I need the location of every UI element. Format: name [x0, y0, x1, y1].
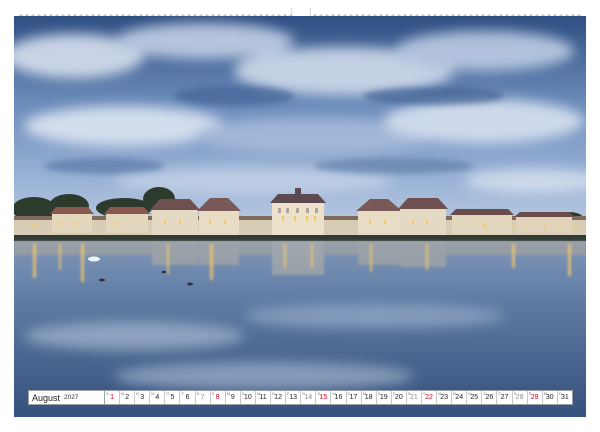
day-number: 5 — [170, 394, 175, 401]
weekday-initial: S — [302, 391, 305, 396]
day-number: 1 — [110, 394, 114, 401]
day-cell: S1 — [105, 391, 121, 404]
day-cell: M9 — [226, 391, 241, 404]
day-number: 31 — [560, 394, 569, 401]
day-number: 10 — [243, 394, 252, 401]
day-number: 24 — [455, 394, 464, 401]
day-number: 19 — [379, 394, 388, 401]
day-cell: S7 — [196, 391, 211, 404]
day-number: 26 — [485, 394, 494, 401]
weekday-initial: S — [407, 391, 411, 396]
day-cell: S 21 — [407, 391, 422, 404]
weekday-initial: M — [543, 391, 548, 396]
day-cell: F6 — [180, 391, 196, 404]
weekday-initial: S — [196, 391, 200, 396]
month-name: August — [32, 392, 61, 403]
weekday-initial: F — [181, 391, 184, 396]
weekday-initial: D — [272, 391, 275, 396]
day-cell: M2 — [120, 391, 136, 404]
weekday-initial: M — [256, 391, 261, 396]
weekday-initial: S — [513, 391, 517, 396]
day-cell: D 26 — [482, 391, 498, 404]
day-number: 2 — [125, 394, 130, 401]
month-label: August 2027 — [29, 391, 105, 404]
day-cell: M 23 — [437, 391, 453, 404]
day-number: 27 — [500, 394, 509, 401]
day-cell: F 27 — [497, 391, 513, 404]
weekday-initial: D — [136, 391, 140, 396]
weekday-initial: M — [468, 391, 472, 396]
weekday-initial: S — [211, 391, 215, 396]
weekday-initial: M — [121, 391, 125, 396]
day-number: 28 — [515, 394, 524, 401]
weekday-initial: D — [483, 391, 487, 396]
day-cell: D 19 — [377, 391, 392, 404]
day-cell: M 16 — [331, 391, 347, 404]
calendar-strip: August 2027 S 1 M 2 D 3 M 4 D 5 F 6 S 7 S 8 M 9 D 10 M 11 D 12 F… — [28, 390, 573, 405]
weekday-initial: S — [422, 391, 426, 396]
day-number: 4 — [155, 394, 160, 401]
day-cell: S8 — [211, 391, 226, 404]
day-cell: F 20 — [392, 391, 407, 404]
weekday-initial: M — [362, 391, 366, 396]
day-cell: D 10 — [241, 391, 256, 404]
day-cell: D 31 — [558, 391, 572, 404]
day-number: 3 — [140, 394, 145, 401]
weekday-initial: S — [106, 391, 109, 396]
day-cell: S 15 — [316, 391, 332, 404]
weekday-initial: D — [347, 391, 351, 396]
weekday-initial: M — [151, 391, 155, 396]
weekday-initial: D — [453, 391, 457, 396]
day-number: 13 — [289, 394, 298, 401]
day-number: 12 — [274, 394, 282, 401]
day-number: 17 — [349, 394, 358, 401]
day-cell: S 28 — [513, 391, 528, 404]
day-number: 21 — [410, 394, 418, 401]
day-cell: M4 — [150, 391, 166, 404]
day-cell: D 17 — [347, 391, 362, 404]
year-label: 2027 — [64, 394, 79, 401]
day-number: 9 — [230, 394, 235, 401]
day-cell: M 25 — [467, 391, 483, 404]
day-cell: M 11 — [256, 391, 272, 404]
weekday-initial: D — [377, 391, 381, 396]
day-number: 20 — [394, 394, 403, 401]
weekday-initial: M — [438, 391, 442, 396]
day-number: 14 — [304, 394, 313, 401]
day-number: 22 — [425, 394, 433, 401]
day-number: 29 — [530, 394, 539, 401]
weekday-initial: D — [166, 391, 170, 396]
weekday-initial: M — [226, 391, 231, 396]
day-cell: M 18 — [362, 391, 377, 404]
day-number: 8 — [215, 394, 220, 401]
day-cell: D 24 — [452, 391, 468, 404]
day-cell: S 14 — [301, 391, 317, 404]
palace-photo — [14, 16, 586, 417]
day-number: 7 — [200, 394, 205, 401]
weekday-initial: D — [558, 391, 562, 396]
day-number: 15 — [319, 394, 328, 401]
day-cell: D5 — [165, 391, 181, 404]
day-number: 6 — [185, 394, 190, 401]
weekday-initial: F — [392, 391, 396, 396]
weekday-initial: M — [332, 391, 336, 396]
day-cell: D 12 — [271, 391, 287, 404]
day-number: 11 — [259, 394, 267, 401]
weekday-initial: S — [528, 391, 532, 396]
day-cell: S 22 — [422, 391, 438, 404]
day-cell: F 13 — [286, 391, 302, 404]
weekday-initial: D — [241, 391, 245, 396]
day-cell: D3 — [135, 391, 151, 404]
weekday-initial: S — [317, 391, 320, 396]
weekday-initial: F — [287, 391, 290, 396]
day-cell: S 29 — [528, 391, 543, 404]
weekday-initial: F — [498, 391, 501, 396]
day-cell: M 30 — [543, 391, 558, 404]
day-cells: S 1 M 2 D 3 M 4 D 5 F 6 S 7 S 8 M 9 D 10 M 11 D 12 F 13 S 14 S 15 M 16 D… — [105, 391, 572, 404]
